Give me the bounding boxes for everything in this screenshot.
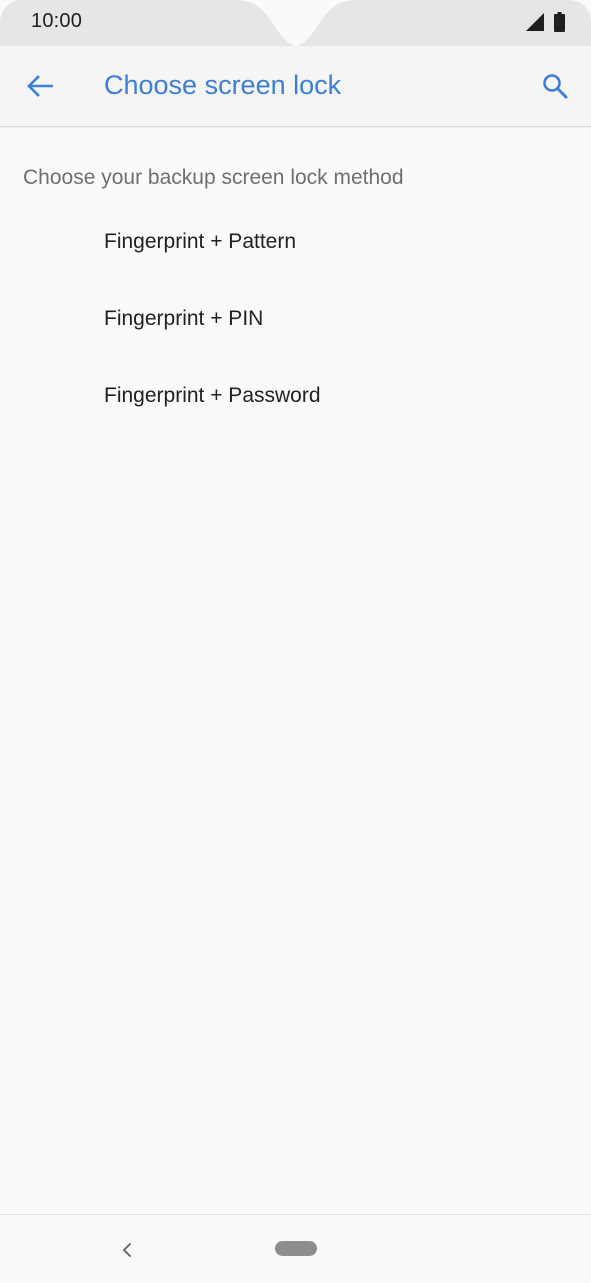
arrow-left-icon <box>27 75 53 97</box>
section-header: Choose your backup screen lock method <box>23 166 404 189</box>
chevron-left-icon <box>123 1243 131 1257</box>
option-label: Fingerprint + Pattern <box>104 230 297 253</box>
option-fingerprint-pattern[interactable]: Fingerprint + Pattern <box>0 208 591 284</box>
search-button[interactable] <box>535 66 575 106</box>
app-bar: Choose screen lock <box>0 46 591 127</box>
signal-icon <box>526 13 544 31</box>
status-time: 10:00 <box>31 10 83 32</box>
option-label: Fingerprint + PIN <box>104 307 264 330</box>
notch-shape <box>232 0 360 46</box>
navigation-bar <box>0 1214 591 1283</box>
battery-icon <box>554 12 565 32</box>
option-fingerprint-password[interactable]: Fingerprint + Password <box>0 362 591 438</box>
status-icons <box>526 12 565 32</box>
status-bar: 10:00 <box>0 0 591 46</box>
home-pill-icon[interactable] <box>275 1241 317 1256</box>
search-icon <box>543 74 568 99</box>
option-fingerprint-pin[interactable]: Fingerprint + PIN <box>0 285 591 361</box>
option-label: Fingerprint + Password <box>104 384 321 407</box>
back-button[interactable] <box>20 66 60 106</box>
page-title: Choose screen lock <box>104 70 342 100</box>
nav-back-button[interactable] <box>112 1235 142 1265</box>
